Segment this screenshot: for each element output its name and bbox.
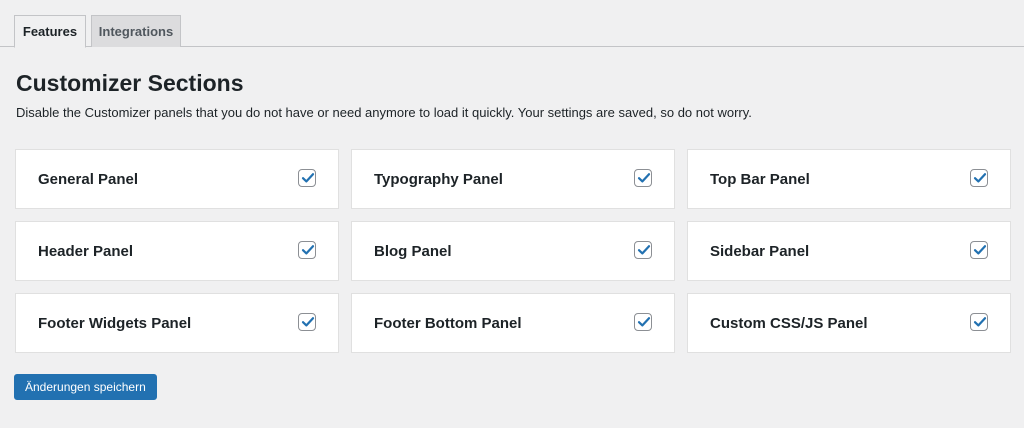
panel-checkbox[interactable] [970,313,988,331]
panel-label: Typography Panel [374,170,503,188]
checkmark-icon [637,317,651,327]
panel-grid: General Panel Typography Panel Top Bar P… [15,149,1011,353]
panel-label: Footer Widgets Panel [38,314,192,332]
panel-checkbox[interactable] [298,313,316,331]
section-description: Disable the Customizer panels that you d… [16,105,752,120]
tab-bar: Features Integrations [0,0,1024,48]
panel-checkbox[interactable] [634,241,652,259]
checkmark-icon [301,245,315,255]
panel-card-top-bar: Top Bar Panel [687,149,1011,209]
panel-label: Blog Panel [374,242,452,260]
panel-label: Custom CSS/JS Panel [710,314,868,332]
checkmark-icon [301,173,315,183]
panel-label: Header Panel [38,242,134,260]
panel-card-footer-widgets: Footer Widgets Panel [15,293,339,353]
checkmark-icon [301,317,315,327]
tab-integrations[interactable]: Integrations [91,15,181,47]
panel-card-header: Header Panel [15,221,339,281]
settings-page: Features Integrations Customizer Section… [0,0,1024,428]
panel-checkbox[interactable] [298,169,316,187]
panel-card-footer-bottom: Footer Bottom Panel [351,293,675,353]
panel-label: Top Bar Panel [710,170,810,188]
panel-card-blog: Blog Panel [351,221,675,281]
checkmark-icon [973,317,987,327]
checkmark-icon [973,173,987,183]
tab-features[interactable]: Features [14,15,86,48]
save-button[interactable]: Änderungen speichern [14,374,157,400]
checkmark-icon [637,173,651,183]
panel-checkbox[interactable] [970,169,988,187]
page-title: Customizer Sections [16,70,244,96]
panel-card-custom-css-js: Custom CSS/JS Panel [687,293,1011,353]
panel-checkbox[interactable] [634,169,652,187]
checkmark-icon [637,245,651,255]
panel-checkbox[interactable] [634,313,652,331]
panel-card-sidebar: Sidebar Panel [687,221,1011,281]
panel-label: Sidebar Panel [710,242,810,260]
checkmark-icon [973,245,987,255]
panel-label: General Panel [38,170,139,188]
panel-label: Footer Bottom Panel [374,314,522,332]
panel-checkbox[interactable] [970,241,988,259]
panel-card-general: General Panel [15,149,339,209]
panel-checkbox[interactable] [298,241,316,259]
panel-card-typography: Typography Panel [351,149,675,209]
